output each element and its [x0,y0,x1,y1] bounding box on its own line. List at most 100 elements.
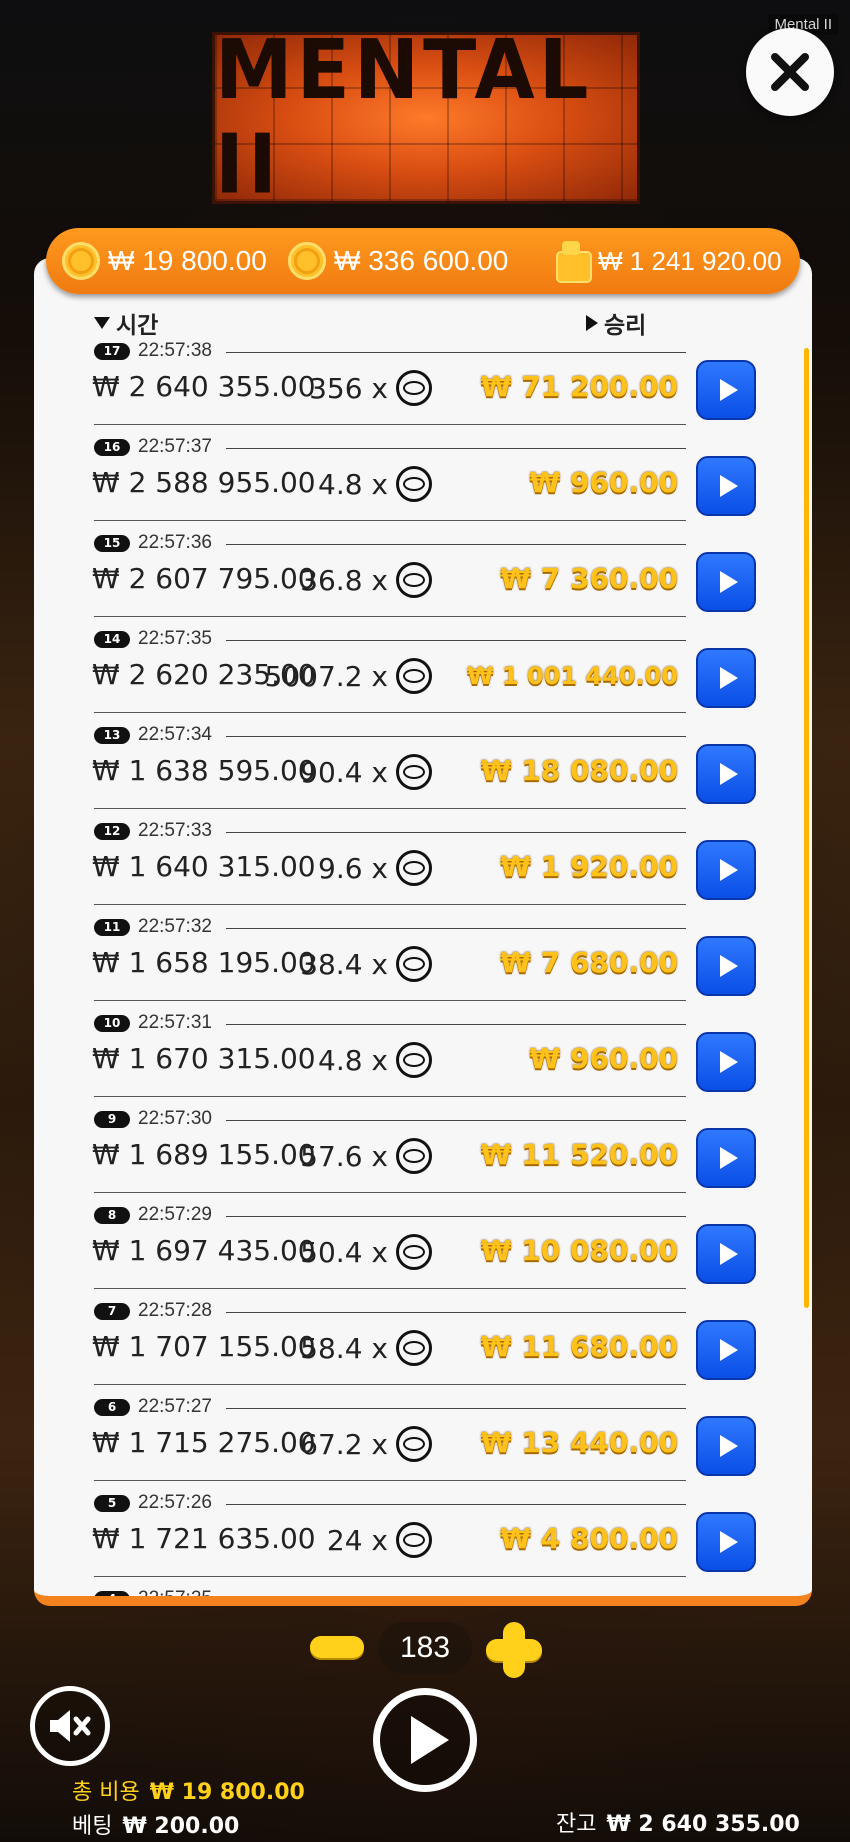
round-number-badge: 16 [94,438,130,456]
row-divider [226,1024,686,1025]
scrollbar[interactable] [804,348,809,1308]
round-balance: ₩ 2 607 795.00 [92,562,316,595]
multiplier-value: 38.4 x [300,947,388,981]
history-row: 14 22:57:35 ₩ 2 620 235.00 5007.2 x ₩ 1 001 … [0,628,850,724]
round-balance: ₩ 1 715 275.00 [92,1426,316,1459]
round-time: 22:57:27 [138,1396,212,1417]
round-multiplier: 9.6 x [318,850,432,886]
row-divider [226,640,686,641]
replay-button[interactable] [696,1512,756,1572]
row-meta: 11 22:57:32 [94,916,212,938]
history-list[interactable]: 17 22:57:38 ₩ 2 640 355.00 356 x ₩ 71 200.00… [0,340,850,1596]
row-separator [94,808,686,809]
multiplier-value: 57.6 x [300,1139,388,1173]
row-meta: 10 22:57:31 [94,1012,212,1034]
win-header-label: 승리 [604,313,647,339]
bet-label: 베팅 [72,1814,113,1839]
row-divider [226,544,686,545]
coin-icon [396,850,432,886]
row-separator [94,712,686,713]
row-meta: 8 22:57:29 [94,1204,212,1226]
round-multiplier: 58.4 x [300,1330,432,1366]
row-meta: 12 22:57:33 [94,820,212,842]
increase-button[interactable] [486,1622,542,1678]
round-number-badge: 17 [94,342,130,360]
close-icon [771,53,809,91]
history-row: 15 22:57:36 ₩ 2 607 795.00 36.8 x ₩ 7 360.00 [0,532,850,628]
decrease-button[interactable] [310,1636,364,1658]
row-divider [226,1504,686,1505]
multiplier-value: 356 x [309,371,388,405]
multiplier-value: 67.2 x [300,1427,388,1461]
history-row: 11 22:57:32 ₩ 1 658 195.00 38.4 x ₩ 7 680.00 [0,916,850,1012]
row-separator [94,616,686,617]
replay-button[interactable] [696,1320,756,1380]
round-win: ₩ 960.00 [529,1042,678,1075]
row-divider [226,736,686,737]
row-divider [226,1312,686,1313]
close-button[interactable] [746,28,834,116]
multiplier-value: 4.8 x [318,467,388,501]
total-bet-stat: ₩ 19 800.00 [62,242,267,280]
coin-icon [396,466,432,502]
replay-button[interactable] [696,1128,756,1188]
coin-icon [396,1138,432,1174]
history-row: 9 22:57:30 ₩ 1 689 155.00 57.6 x ₩ 11 520.00 [0,1108,850,1204]
round-number-badge: 4 [94,1590,130,1596]
round-number-badge: 9 [94,1110,130,1128]
replay-button[interactable] [696,1416,756,1476]
replay-button[interactable] [696,1032,756,1092]
round-win: ₩ 11 520.00 [480,1138,678,1171]
replay-button[interactable] [696,840,756,900]
round-win: ₩ 4 800.00 [500,1522,678,1555]
footer-balance: 잔고 ₩ 2 640 355.00 [556,1806,800,1838]
speaker-muted-icon [50,1710,91,1742]
bet-value: ₩ 200.00 [122,1814,240,1839]
replay-button[interactable] [696,360,756,420]
sort-win-header[interactable]: 승리 [586,306,646,340]
multiplier-value: 9.6 x [318,851,388,885]
round-balance: ₩ 1 689 155.00 [92,1138,316,1171]
round-balance: ₩ 2 588 955.00 [92,466,316,499]
replay-button[interactable] [696,456,756,516]
round-number-badge: 15 [94,534,130,552]
round-multiplier: 5007.2 x [265,658,432,694]
row-divider [226,1216,686,1217]
round-multiplier: 38.4 x [300,946,432,982]
history-row: 6 22:57:27 ₩ 1 715 275.00 67.2 x ₩ 13 440.00 [0,1396,850,1492]
row-separator [94,1288,686,1289]
round-win: ₩ 11 680.00 [480,1330,678,1363]
row-separator [94,904,686,905]
row-separator [94,520,686,521]
round-balance: ₩ 1 640 315.00 [92,850,316,883]
round-time: 22:57:32 [138,916,212,937]
round-number-badge: 7 [94,1302,130,1320]
history-row: 12 22:57:33 ₩ 1 640 315.00 9.6 x ₩ 1 920.00 [0,820,850,916]
row-meta: 6 22:57:27 [94,1396,212,1418]
round-multiplier: 356 x [309,370,432,406]
replay-button[interactable] [696,936,756,996]
round-multiplier: 90.4 x [300,754,432,790]
history-row: 7 22:57:28 ₩ 1 707 155.00 58.4 x ₩ 11 680.00 [0,1300,850,1396]
balance-stat: ₩ 1 241 920.00 [554,241,782,283]
replay-button[interactable] [696,1224,756,1284]
history-row: 8 22:57:29 ₩ 1 697 435.00 50.4 x ₩ 10 080.00 [0,1204,850,1300]
coin-icon [396,1234,432,1270]
total-cost-label: 총 비용 [72,1780,140,1805]
coin-icon [396,1426,432,1462]
footer-balance-label: 잔고 [556,1812,597,1837]
replay-button[interactable] [696,552,756,612]
round-time: 22:57:28 [138,1300,212,1321]
replay-button[interactable] [696,648,756,708]
multiplier-value: 36.8 x [300,563,388,597]
play-button[interactable] [373,1688,477,1792]
game-logo: MENTAL II [212,24,640,213]
round-multiplier: 4.8 x [318,1042,432,1078]
round-time: 22:57:25 [138,1588,212,1596]
round-counter: 183 [378,1622,472,1674]
sort-time-header[interactable]: 시간 [94,306,158,340]
replay-button[interactable] [696,744,756,804]
round-time: 22:57:38 [138,340,212,361]
multiplier-value: 50.4 x [300,1235,388,1269]
mute-button[interactable] [30,1686,110,1766]
